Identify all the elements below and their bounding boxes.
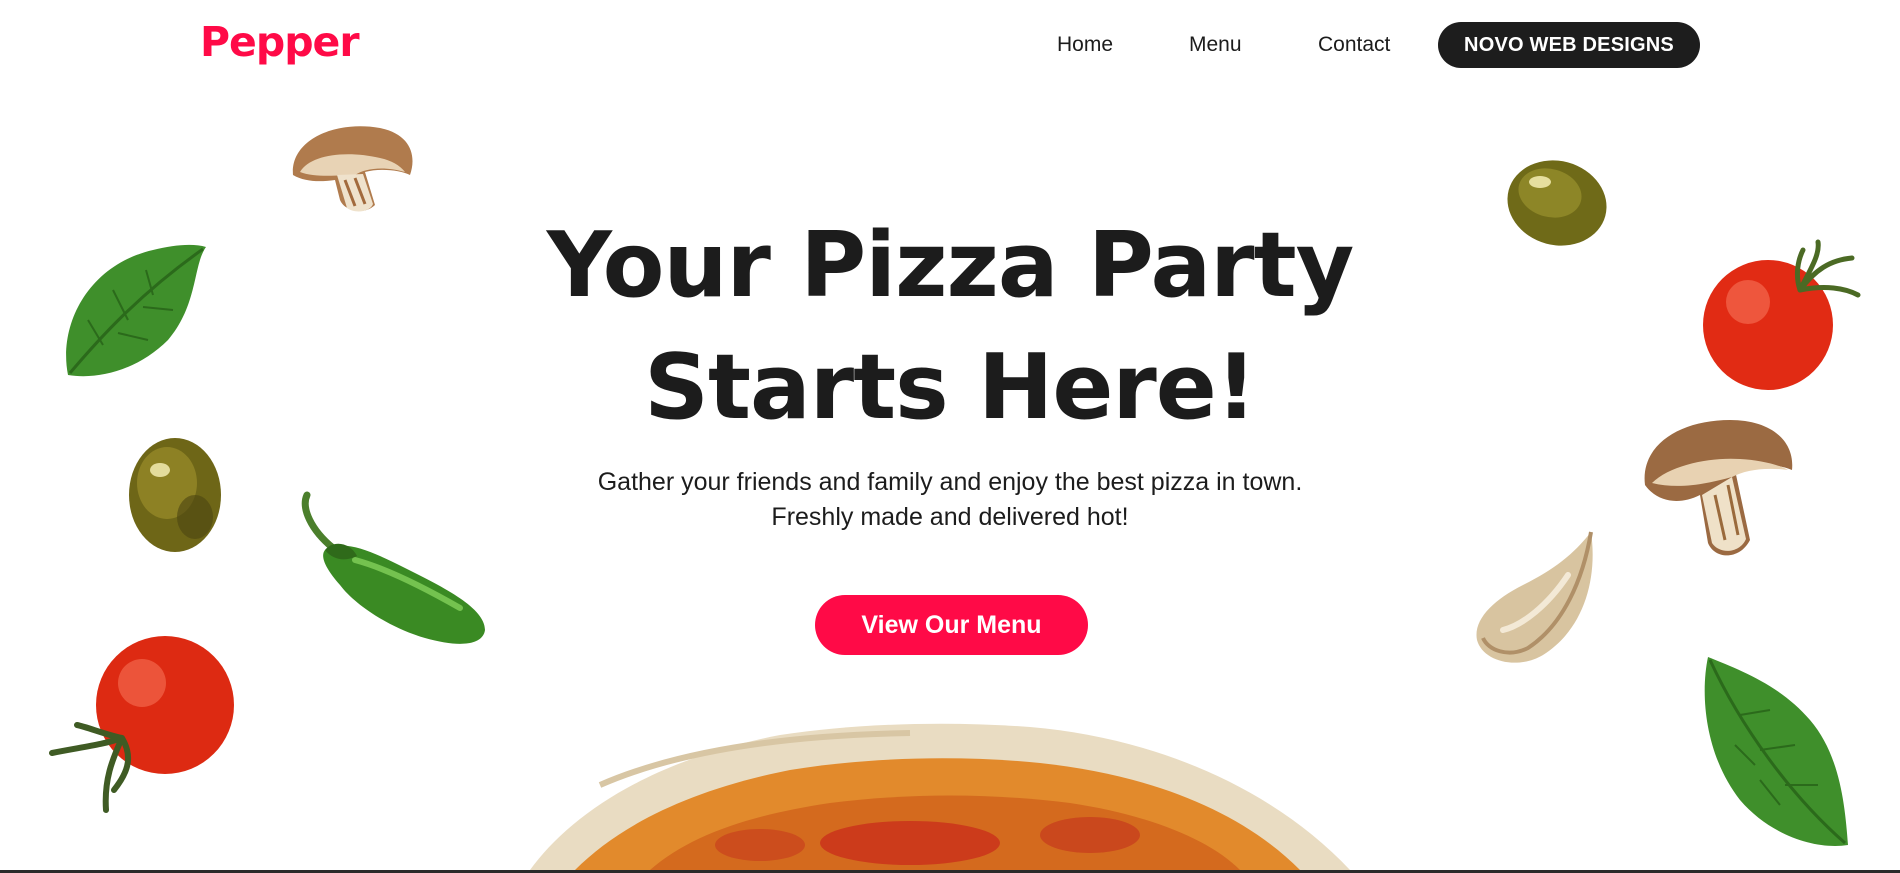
olive-image bbox=[129, 438, 221, 552]
hero-subtitle-line-2: Freshly made and delivered hot! bbox=[771, 503, 1129, 531]
nav-home-link[interactable]: Home bbox=[1057, 33, 1113, 57]
view-menu-button[interactable]: View Our Menu bbox=[815, 595, 1088, 655]
hero-subtitle: Gather your friends and family and enjoy… bbox=[500, 465, 1400, 535]
hero-title: Your Pizza Party Starts Here! bbox=[450, 205, 1450, 449]
hero-title-line-2: Starts Here! bbox=[644, 335, 1257, 440]
tomato-image bbox=[1703, 239, 1861, 390]
jalapeno-image bbox=[301, 491, 485, 644]
tomato-image bbox=[49, 636, 234, 813]
nav-contact-link[interactable]: Contact bbox=[1318, 33, 1390, 57]
hero-title-line-1: Your Pizza Party bbox=[546, 213, 1355, 318]
site-header: Pepper Home Menu Contact NOVO WEB DESIGN… bbox=[0, 0, 1900, 90]
mushroom-image bbox=[292, 126, 413, 212]
garlic-image bbox=[1476, 531, 1593, 663]
novo-web-designs-button[interactable]: NOVO WEB DESIGNS bbox=[1438, 22, 1700, 68]
olive-image bbox=[1507, 160, 1607, 246]
pizza-image bbox=[530, 723, 1350, 870]
mushroom-image bbox=[1644, 420, 1793, 556]
hero-subtitle-line-1: Gather your friends and family and enjoy… bbox=[597, 468, 1303, 496]
logo[interactable]: Pepper bbox=[200, 18, 360, 66]
basil-leaf-image bbox=[1704, 657, 1848, 846]
basil-leaf-image bbox=[66, 244, 207, 377]
nav-menu-link[interactable]: Menu bbox=[1189, 33, 1242, 57]
